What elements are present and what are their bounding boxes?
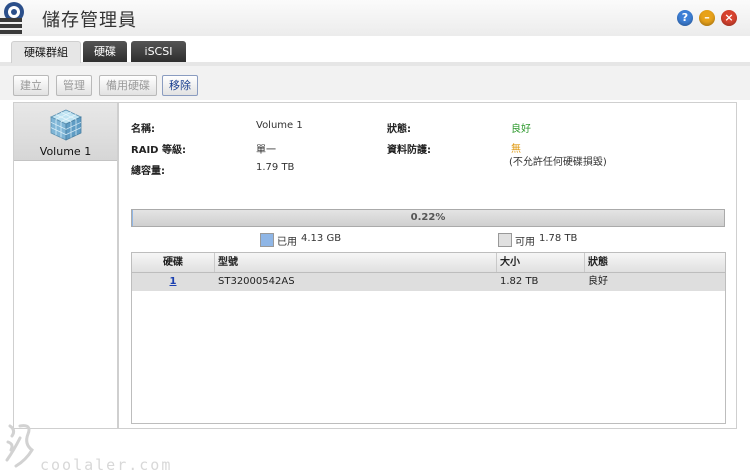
status-label: 狀態:: [387, 124, 411, 135]
raid-level-value: 單一: [256, 145, 276, 156]
spare-disk-button[interactable]: 備用硬碟: [99, 75, 157, 96]
manage-button[interactable]: 管理: [56, 75, 92, 96]
tab-iscsi[interactable]: iSCSI: [131, 41, 186, 62]
volume-list: Volume 1: [13, 102, 118, 429]
help-button[interactable]: ?: [677, 10, 693, 26]
used-legend-label: 已用: [277, 237, 297, 248]
volume-list-item[interactable]: Volume 1: [14, 103, 117, 161]
watermark-text: coolaler.com: [40, 456, 173, 474]
volume-cube-icon: [50, 109, 82, 141]
disk-number-cell: 1: [132, 273, 214, 291]
close-button[interactable]: ×: [721, 10, 737, 26]
name-label: 名稱:: [131, 124, 155, 135]
column-header-disk[interactable]: 硬碟: [132, 253, 215, 272]
toolbar: 建立 管理 備用硬碟 移除: [0, 66, 750, 100]
minimize-button[interactable]: –: [699, 10, 715, 26]
window-title: 儲存管理員: [42, 10, 137, 31]
total-capacity-label: 總容量:: [131, 166, 165, 177]
used-legend-value: 4.13 GB: [301, 233, 342, 244]
title-bar: 儲存管理員 ? – ×: [0, 0, 750, 36]
column-header-size[interactable]: 大小: [496, 253, 585, 272]
total-capacity-value: 1.79 TB: [256, 162, 295, 173]
data-protection-label: 資料防護:: [387, 145, 431, 156]
free-legend-label: 可用: [515, 237, 535, 248]
tab-disk-group[interactable]: 硬碟群組: [11, 41, 81, 63]
used-legend-swatch: [260, 233, 274, 247]
status-value: 良好: [511, 124, 531, 135]
column-header-status[interactable]: 狀態: [584, 253, 725, 272]
usage-progress-bar: 0.22%: [131, 209, 725, 227]
free-legend-swatch: [498, 233, 512, 247]
create-button[interactable]: 建立: [13, 75, 49, 96]
storage-manager-logo-icon: [0, 2, 24, 34]
volume-label: Volume 1: [39, 145, 92, 158]
tab-strip: 硬碟群組 硬碟 iSCSI: [0, 36, 750, 66]
table-row[interactable]: 1 ST32000542AS 1.82 TB 良好: [132, 273, 725, 291]
free-legend-value: 1.78 TB: [539, 233, 578, 244]
volume-details-panel: 名稱: Volume 1 狀態: 良好 RAID 等級: 單一 資料防護: 無 …: [118, 102, 737, 429]
usage-percent: 0.22%: [410, 212, 446, 223]
column-header-model[interactable]: 型號: [214, 253, 497, 272]
remove-button[interactable]: 移除: [162, 75, 198, 96]
name-value: Volume 1: [256, 120, 303, 131]
disk-model-cell: ST32000542AS: [218, 276, 295, 287]
disk-table: 硬碟 型號 大小 狀態 1 ST32000542AS 1.82 TB 良好: [131, 252, 726, 424]
raid-level-label: RAID 等級:: [131, 145, 186, 156]
tab-disks[interactable]: 硬碟: [83, 41, 127, 62]
table-header: 硬碟 型號 大小 狀態: [132, 253, 725, 273]
data-protection-note: (不允許任何硬碟損毀): [509, 157, 607, 168]
watermark: coolaler.com: [2, 420, 172, 476]
disk-size-cell: 1.82 TB: [500, 276, 539, 287]
disk-number-link[interactable]: 1: [170, 276, 177, 287]
watermark-brush-icon: [5, 424, 34, 468]
disk-status-cell: 良好: [588, 276, 608, 287]
